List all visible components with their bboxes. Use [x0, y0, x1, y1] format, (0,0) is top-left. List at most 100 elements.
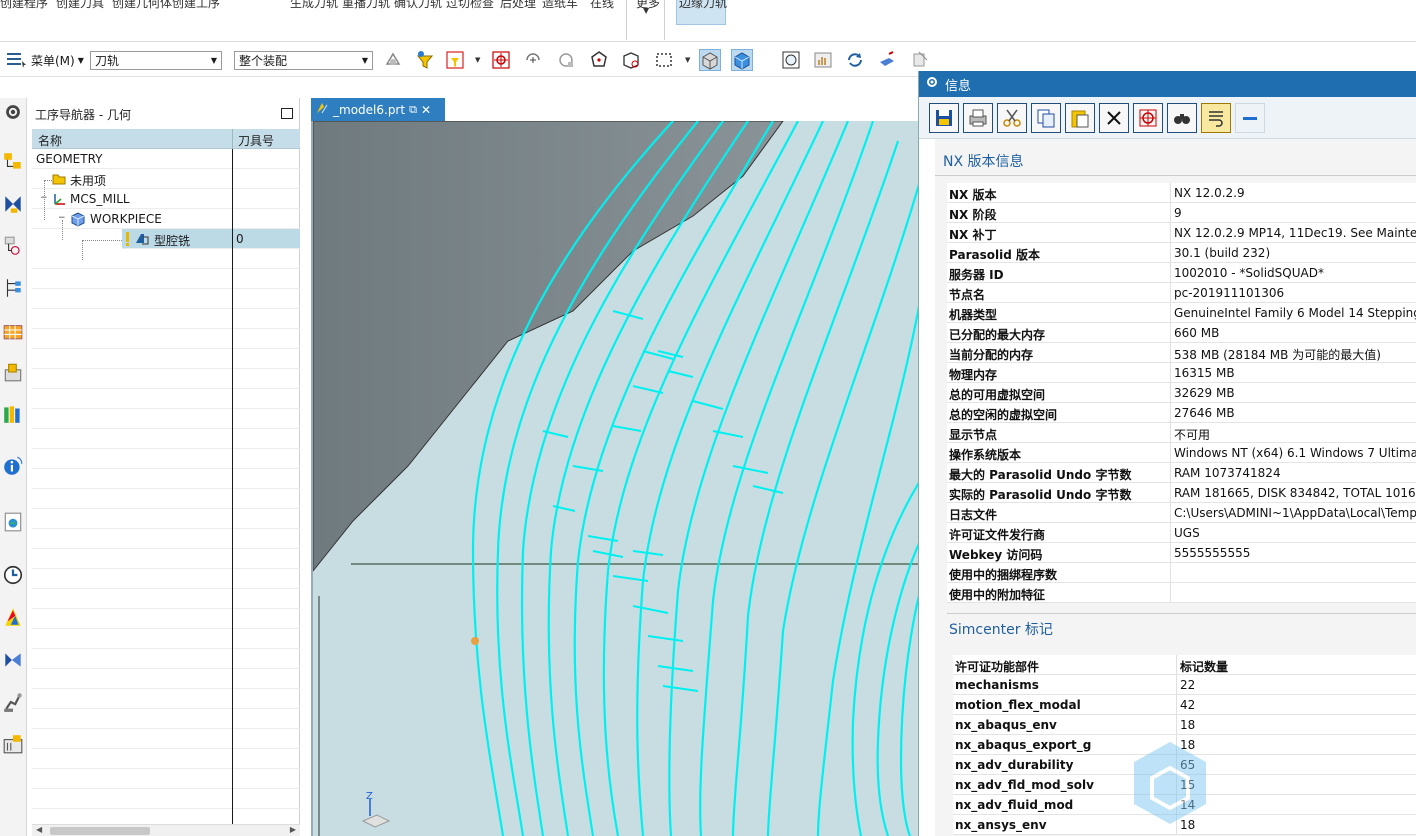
- point-snap-icon[interactable]: [490, 49, 512, 71]
- polygon-point-icon[interactable]: [588, 49, 610, 71]
- ribbon-create-geometry[interactable]: 创建几何体: [112, 0, 172, 11]
- zoom-fit-icon[interactable]: [780, 49, 802, 71]
- word-wrap-icon[interactable]: [1201, 103, 1231, 133]
- ribbon-create-program[interactable]: 创建程序: [0, 0, 48, 11]
- tree-row-unused[interactable]: 未用项: [32, 169, 300, 189]
- ribbon-create-tool[interactable]: 创建刀具: [56, 0, 104, 11]
- column-tool-header[interactable]: 刀具号: [238, 132, 274, 149]
- part-navigator-icon[interactable]: [1, 234, 25, 258]
- close-icon[interactable]: ✕: [421, 103, 431, 117]
- scroll-left-icon[interactable]: ◀: [36, 825, 42, 834]
- orient-view-icon[interactable]: [876, 49, 898, 71]
- column-name-header[interactable]: 名称: [38, 132, 62, 149]
- arc-center-icon[interactable]: [522, 49, 544, 71]
- info-row: 显示节点 不可用: [947, 423, 1416, 443]
- rectangle-select-icon[interactable]: [653, 49, 675, 71]
- quadrant-point-icon[interactable]: [555, 49, 577, 71]
- empty-row: [32, 569, 300, 589]
- info-title-bar[interactable]: 信息: [919, 71, 1416, 97]
- tree-row-workpiece[interactable]: − WORKPIECE: [32, 209, 300, 229]
- menu-icon: [7, 53, 26, 68]
- minimize-icon[interactable]: [1235, 103, 1265, 133]
- tree-row-label: MCS_MILL: [70, 192, 130, 206]
- tree-row-mcs-mill[interactable]: − MCS_MILL: [32, 189, 300, 209]
- empty-row: [32, 409, 300, 429]
- settings-gear-icon[interactable]: [1, 100, 25, 124]
- chevron-down-icon: ▼: [361, 56, 368, 65]
- empty-row: [32, 369, 300, 389]
- operation-navigator-icon[interactable]: [1, 150, 25, 174]
- operation-navigator: 工序导航器 - 几何 名称 刀具号 GEOMETRY 未用项 − MCS_MIL…: [30, 98, 300, 836]
- resource-bar: [0, 98, 27, 836]
- history-clock-icon[interactable]: [1, 563, 25, 587]
- ribbon-gouge-check[interactable]: 过切检查: [446, 0, 494, 11]
- shaded-icon[interactable]: [731, 49, 753, 71]
- crosshair-icon[interactable]: [1133, 103, 1163, 133]
- ribbon-active-button[interactable]: 边缘刀轨: [676, 0, 727, 25]
- info-row: 机器类型 GenuineIntel Family 6 Model 14 Stepp…: [947, 303, 1416, 323]
- chevron-down-icon[interactable]: ▼: [685, 56, 690, 64]
- tree-row-geometry[interactable]: GEOMETRY: [32, 149, 300, 169]
- ribbon-postprocess[interactable]: 后处理: [500, 0, 536, 11]
- info-content[interactable]: NX 版本信息 NX 版本 NX 12.0.2.9 NX 阶段 9 NX 补丁 NX …: [935, 139, 1416, 836]
- empty-row: [32, 669, 300, 689]
- ribbon-shop-doc[interactable]: 造纸车: [542, 0, 578, 11]
- rotate-icon[interactable]: [844, 49, 866, 71]
- ribbon-verify[interactable]: 确认刀轨: [394, 0, 442, 11]
- empty-row: [32, 609, 300, 629]
- cut-icon[interactable]: [997, 103, 1027, 133]
- maximize-icon[interactable]: [281, 108, 293, 119]
- ribbon-replay[interactable]: 重播刀轨: [342, 0, 390, 11]
- paste-icon[interactable]: [1065, 103, 1095, 133]
- reuse-library-icon[interactable]: [1, 318, 25, 342]
- visualization-palette-icon[interactable]: [1, 605, 25, 629]
- tree-row-cavity-mill[interactable]: 型腔铣 0: [122, 229, 300, 249]
- type-filter-select[interactable]: 刀轨 ▼: [90, 51, 222, 70]
- chevron-down-icon[interactable]: ▼: [475, 56, 480, 64]
- tree-connector: [82, 240, 122, 241]
- chevron-down-icon[interactable]: ▼: [643, 6, 649, 15]
- toolpath-view[interactable]: Z: [313, 121, 918, 836]
- library-books-icon[interactable]: [1, 402, 25, 426]
- column-divider: [232, 149, 233, 824]
- pan-icon[interactable]: [812, 49, 834, 71]
- view-section-icon[interactable]: [910, 49, 932, 71]
- tab-model6[interactable]: _model6.prt ⧉ ✕: [311, 98, 445, 121]
- graphics-window[interactable]: Z: [311, 121, 918, 836]
- ribbon-online[interactable]: 在线: [590, 0, 614, 11]
- select-all-icon[interactable]: [382, 49, 404, 71]
- shaded-edge-icon[interactable]: [699, 49, 721, 71]
- scrollbar-thumb[interactable]: [50, 827, 150, 835]
- assembly-filter-select[interactable]: 整个装配 ▼: [234, 51, 373, 70]
- empty-row: [32, 729, 300, 749]
- z-axis-label: Z: [366, 791, 373, 802]
- simcenter-row: mechanisms 22: [953, 675, 1416, 695]
- roles-icon[interactable]: [1, 648, 25, 672]
- robot-simulation-icon[interactable]: [1, 690, 25, 714]
- delete-icon[interactable]: [1099, 103, 1129, 133]
- snap-filter-icon[interactable]: [444, 49, 466, 71]
- ribbon-create-operation[interactable]: 创建工序: [172, 0, 220, 11]
- copy-icon[interactable]: [1031, 103, 1061, 133]
- assembly-navigator-icon[interactable]: [1, 276, 25, 300]
- web-browser-icon[interactable]: [1, 510, 25, 534]
- box-point-icon[interactable]: [620, 49, 642, 71]
- machining-library-icon[interactable]: [1, 732, 25, 756]
- find-binoculars-icon[interactable]: [1167, 103, 1197, 133]
- horizontal-scrollbar[interactable]: ◀ ▶: [32, 824, 300, 836]
- info-icon[interactable]: [1, 454, 25, 478]
- detach-icon[interactable]: ⧉: [409, 103, 417, 117]
- save-icon[interactable]: [929, 103, 959, 133]
- print-icon[interactable]: [963, 103, 993, 133]
- filter-icon[interactable]: [414, 49, 436, 71]
- empty-row: [32, 529, 300, 549]
- coordinate-system-icon: [52, 191, 68, 207]
- machine-tool-navigator-icon[interactable]: [1, 192, 25, 216]
- info-row: NX 版本 NX 12.0.2.9: [947, 183, 1416, 203]
- machine-tool-builder-icon[interactable]: [1, 360, 25, 384]
- navigator-header: 名称 刀具号: [32, 129, 300, 149]
- info-row: NX 阶段 9: [947, 203, 1416, 223]
- ribbon-generate[interactable]: 生成刀轨: [290, 0, 338, 11]
- scroll-right-icon[interactable]: ▶: [290, 825, 296, 834]
- menu-button[interactable]: 菜单(M) ▼: [6, 50, 84, 70]
